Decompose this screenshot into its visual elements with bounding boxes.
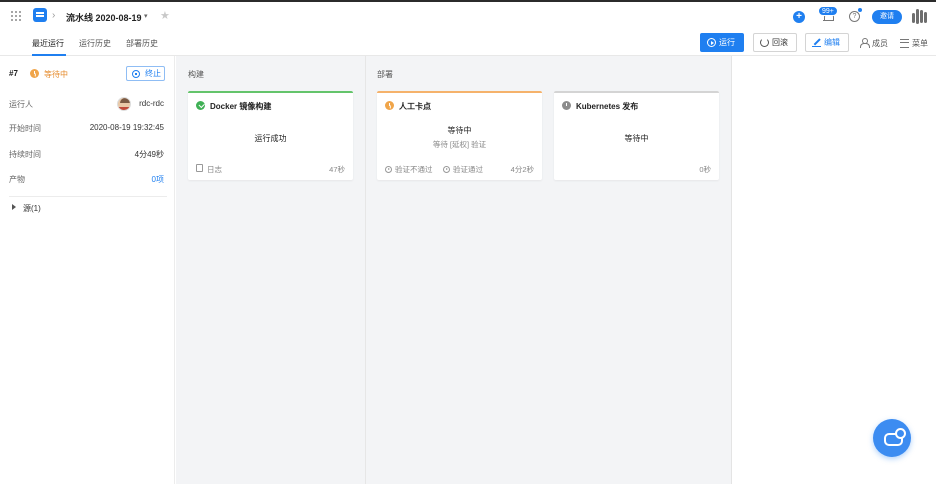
job-status: 运行成功	[254, 134, 287, 143]
approve-label: 验证通过	[453, 165, 483, 174]
help-icon[interactable]: ?	[849, 11, 860, 22]
menu-button[interactable]: 菜单	[900, 38, 928, 49]
runner-avatar	[117, 97, 131, 111]
reject-button[interactable]: 验证不通过	[385, 164, 433, 175]
start-time-value: 2020-08-19 19:32:45	[89, 123, 164, 132]
app-grid-icon[interactable]	[11, 11, 21, 21]
duration-label: 持续时间	[9, 150, 41, 159]
caret-right-icon[interactable]	[12, 204, 16, 210]
rollback-button-label: 回滚	[772, 38, 788, 47]
stage-title-build: 构建	[188, 70, 204, 79]
job-duration: 0秒	[699, 165, 711, 174]
run-number: #7	[9, 69, 18, 78]
play-icon	[707, 38, 716, 47]
stage-title-deploy: 部署	[377, 70, 393, 79]
members-button[interactable]: 成员	[860, 38, 888, 49]
user-avatar[interactable]	[910, 7, 930, 27]
canvas-edge-divider	[731, 56, 732, 484]
runner-label: 运行人	[9, 100, 33, 109]
chat-bubble-icon[interactable]	[873, 419, 911, 457]
play-circle-icon	[443, 166, 450, 173]
job-log-link[interactable]: 日志	[207, 164, 222, 175]
job-card-kubernetes-deploy[interactable]: Kubernetes 发布 等待中 0秒	[554, 91, 719, 180]
pipeline-name[interactable]: 流水线 2020-08-19	[66, 11, 142, 24]
run-button-label: 运行	[719, 38, 735, 47]
notification-badge: 99+	[818, 6, 838, 16]
stop-button-label: 终止	[145, 69, 161, 78]
run-summary-panel: #7 等待中 终止 运行人 rdc-rdc 开始时间 2020-08-19 19…	[0, 56, 175, 484]
edit-button[interactable]: 编辑	[805, 33, 849, 52]
job-status-bar	[554, 91, 719, 93]
job-status-bar	[377, 91, 542, 93]
pipeline-app-icon[interactable]	[33, 8, 47, 22]
log-icon	[196, 164, 203, 172]
members-label: 成员	[872, 39, 888, 48]
stage-divider	[365, 56, 366, 484]
job-status-bar	[188, 91, 353, 93]
tab-run-history[interactable]: 运行历史	[79, 38, 111, 49]
user-icon	[860, 38, 870, 48]
job-name: Docker 镜像构建	[210, 102, 272, 111]
sub-toolbar: 最近运行 运行历史 部署历史 运行 回滚 编辑 成员 菜单	[0, 30, 936, 56]
stop-icon	[132, 70, 140, 78]
job-card-docker-build[interactable]: Docker 镜像构建 运行成功 日志 47秒	[188, 91, 353, 180]
tab-recent-runs[interactable]: 最近运行	[32, 38, 64, 49]
help-dot-indicator	[858, 8, 862, 12]
rollback-button[interactable]: 回滚	[753, 33, 797, 52]
tab-deploy-history[interactable]: 部署历史	[126, 38, 158, 49]
job-status: 等待中	[624, 134, 649, 143]
reject-label: 验证不通过	[395, 165, 433, 174]
pipeline-canvas: 构建 部署 Docker 镜像构建 运行成功 日志 47秒 人工卡点 等待中 等…	[176, 56, 731, 484]
stop-button[interactable]: 终止	[126, 66, 165, 81]
artifacts-label: 产物	[9, 175, 25, 184]
job-name: Kubernetes 发布	[576, 102, 639, 111]
job-card-manual-gate[interactable]: 人工卡点 等待中 等待 [延权] 验证 验证不通过 验证通过 4分2秒	[377, 91, 542, 180]
run-button[interactable]: 运行	[700, 33, 744, 52]
chevron-down-icon[interactable]: ▾	[144, 12, 148, 20]
divider	[9, 196, 167, 197]
job-substatus: 等待 [延权] 验证	[432, 140, 487, 149]
top-header: › 流水线 2020-08-19 ▾ ★ + 99+ ? 邀请	[0, 0, 936, 30]
pending-status-icon	[562, 101, 571, 110]
rollback-icon	[760, 38, 769, 47]
job-duration: 47秒	[329, 165, 345, 174]
artifacts-link[interactable]: 0项	[152, 174, 164, 185]
success-icon	[196, 101, 205, 110]
start-time-label: 开始时间	[9, 124, 41, 133]
star-icon[interactable]: ★	[160, 9, 170, 22]
source-toggle[interactable]: 源(1)	[23, 203, 41, 214]
waiting-status-icon	[385, 101, 394, 110]
create-button[interactable]: +	[793, 11, 805, 23]
play-circle-icon	[385, 166, 392, 173]
job-duration: 4分2秒	[510, 165, 534, 174]
approve-button[interactable]: 验证通过	[443, 164, 483, 175]
pencil-icon	[812, 38, 821, 47]
run-status: 等待中	[44, 70, 68, 79]
breadcrumb-chevron-icon: ›	[52, 10, 56, 21]
job-status: 等待中	[447, 126, 472, 135]
duration-value: 4分49秒	[134, 150, 164, 159]
runner-value: rdc-rdc	[139, 99, 164, 108]
job-name: 人工卡点	[399, 102, 431, 111]
invite-button[interactable]: 邀请	[872, 10, 902, 24]
waiting-status-icon	[30, 69, 39, 78]
menu-icon	[900, 39, 909, 48]
edit-button-label: 编辑	[824, 38, 840, 47]
menu-label: 菜单	[912, 39, 928, 48]
